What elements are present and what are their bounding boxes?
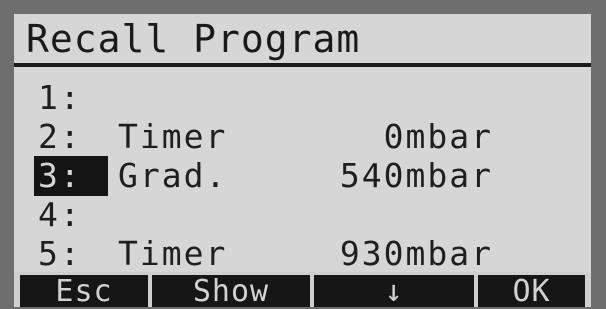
show-button[interactable]: Show	[152, 275, 310, 307]
slot-number: 5:	[38, 234, 82, 273]
page-title: Recall Program	[26, 17, 361, 61]
ok-button[interactable]: OK	[478, 275, 585, 307]
slot-value: 930mbar	[339, 234, 493, 273]
slot-number: 4:	[38, 195, 82, 234]
down-arrow-button[interactable]: ↓	[314, 275, 474, 307]
title-bar: Recall Program	[14, 14, 591, 67]
esc-button[interactable]: Esc	[20, 275, 148, 307]
program-slot-3[interactable]: 3: Grad. 540mbar	[14, 156, 591, 196]
slot-value: 540mbar	[339, 156, 493, 195]
slot-program: Grad.	[118, 156, 228, 195]
slot-number: 1:	[38, 78, 82, 117]
slot-number-selected: 3:	[34, 156, 108, 196]
lcd-display: Recall Program 1: 2: Timer 0mbar 3: Grad…	[14, 14, 591, 307]
program-slot-5[interactable]: 5: Timer 930mbar	[14, 234, 591, 274]
slot-value: 0mbar	[383, 117, 493, 156]
slot-program: Timer	[118, 117, 228, 156]
program-slot-2[interactable]: 2: Timer 0mbar	[14, 117, 591, 157]
program-slot-4[interactable]: 4:	[14, 195, 591, 235]
program-slot-1[interactable]: 1:	[14, 78, 591, 118]
slot-number: 2:	[38, 117, 82, 156]
slot-program: Timer	[118, 234, 228, 273]
softkey-bar: Esc Show ↓ OK	[14, 272, 591, 307]
